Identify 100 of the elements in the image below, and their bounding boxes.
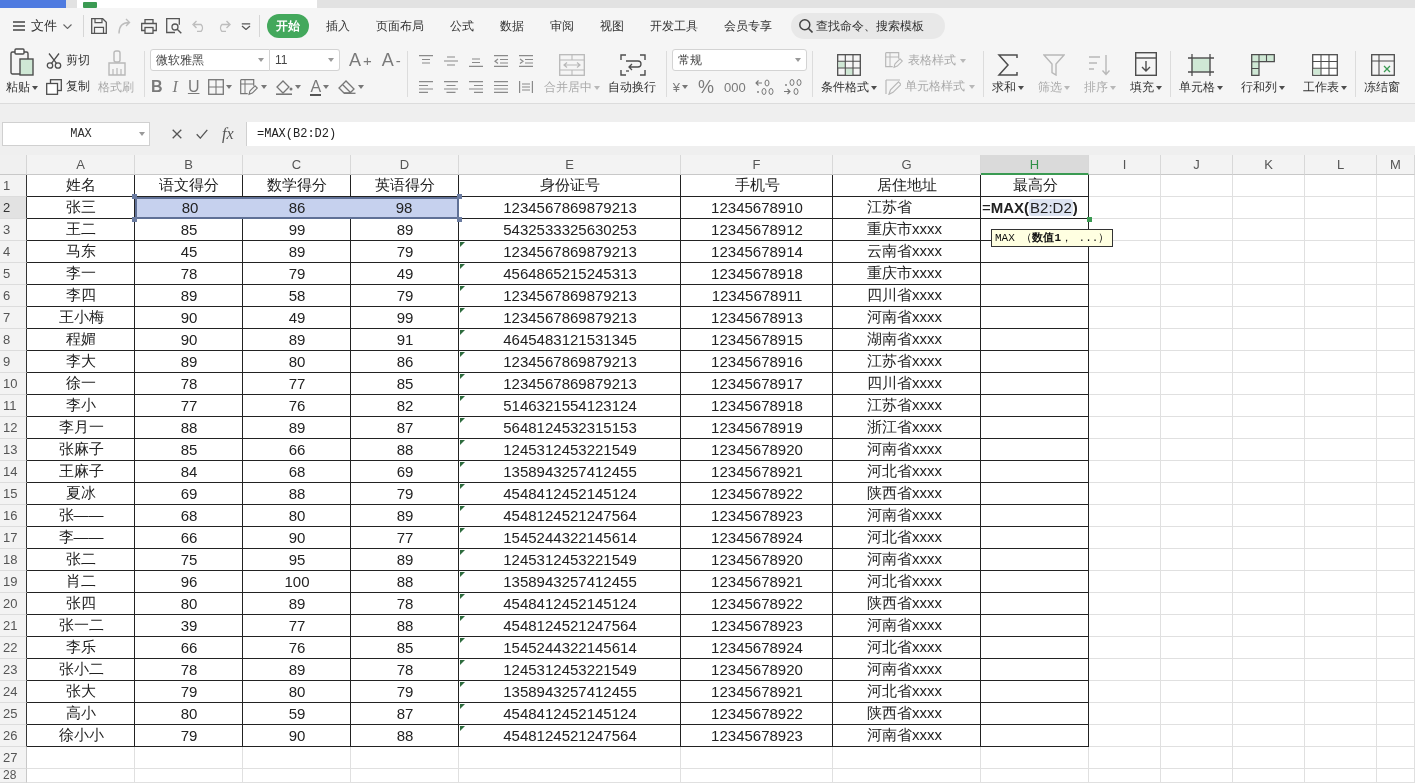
align-left-icon[interactable] bbox=[418, 80, 433, 93]
formula-field[interactable]: =MAX(B2:D2) bbox=[246, 122, 1415, 146]
row-header[interactable]: 15 bbox=[0, 483, 27, 505]
borders-button[interactable] bbox=[208, 76, 233, 98]
fill-button[interactable]: 填充 bbox=[1126, 46, 1165, 101]
worksheet-button[interactable]: 工作表 bbox=[1299, 46, 1350, 101]
column-header[interactable]: G bbox=[833, 155, 981, 175]
customize-dropdown-icon[interactable] bbox=[241, 22, 251, 30]
cut-button[interactable]: 剪切 bbox=[43, 49, 93, 72]
row-header[interactable]: 20 bbox=[0, 593, 27, 615]
row-header[interactable]: 18 bbox=[0, 549, 27, 571]
ribbon-tab[interactable]: 数据 bbox=[491, 14, 533, 38]
row-header[interactable]: 10 bbox=[0, 373, 27, 395]
align-middle-icon[interactable] bbox=[443, 54, 458, 67]
ribbon-tab[interactable]: 公式 bbox=[441, 14, 483, 38]
number-format-field[interactable]: 常规 bbox=[671, 49, 807, 71]
row-header[interactable]: 9 bbox=[0, 351, 27, 373]
column-header[interactable]: J bbox=[1161, 155, 1233, 175]
rows-columns-button[interactable]: 行和列 bbox=[1237, 46, 1288, 101]
column-header[interactable]: K bbox=[1233, 155, 1305, 175]
row-header[interactable]: 6 bbox=[0, 285, 27, 307]
justify-icon[interactable] bbox=[493, 80, 508, 93]
row-header[interactable]: 25 bbox=[0, 703, 27, 725]
bold-button[interactable]: B bbox=[150, 76, 164, 98]
row-header[interactable]: 17 bbox=[0, 527, 27, 549]
row-header[interactable]: 13 bbox=[0, 439, 27, 461]
row-header[interactable]: 21 bbox=[0, 615, 27, 637]
selection-handle-icon[interactable] bbox=[457, 217, 462, 222]
ribbon-tab[interactable]: 页面布局 bbox=[367, 14, 433, 38]
thousands-separator-button[interactable]: 000 bbox=[723, 76, 747, 98]
row-header[interactable]: 23 bbox=[0, 659, 27, 681]
sum-button[interactable]: 求和 bbox=[988, 46, 1027, 101]
ribbon-tab[interactable]: 审阅 bbox=[541, 14, 583, 38]
distributed-icon[interactable] bbox=[518, 80, 533, 93]
align-right-icon[interactable] bbox=[468, 80, 483, 93]
print-preview-icon[interactable] bbox=[166, 18, 182, 34]
conditional-format-button[interactable]: 条件格式 bbox=[817, 46, 880, 101]
save-icon[interactable] bbox=[91, 18, 107, 34]
ribbon-tab[interactable]: 开发工具 bbox=[641, 14, 707, 38]
name-box-field[interactable]: MAX bbox=[2, 122, 150, 146]
insert-function-button[interactable]: fx bbox=[222, 125, 234, 143]
cell-shading-button[interactable] bbox=[240, 76, 268, 98]
indent-icon[interactable] bbox=[518, 54, 533, 67]
column-header[interactable]: C bbox=[243, 155, 351, 175]
row-header[interactable]: 4 bbox=[0, 241, 27, 263]
row-header[interactable]: 11 bbox=[0, 395, 27, 417]
selection-handle-icon[interactable] bbox=[457, 194, 462, 199]
row-header[interactable]: 1 bbox=[0, 175, 27, 197]
row-header[interactable]: 26 bbox=[0, 725, 27, 747]
row-header[interactable]: 22 bbox=[0, 637, 27, 659]
search-field[interactable]: 查找命令、搜索模板 bbox=[791, 13, 945, 39]
row-header[interactable]: 16 bbox=[0, 505, 27, 527]
column-header[interactable]: F bbox=[681, 155, 833, 175]
percent-button[interactable]: % bbox=[697, 76, 716, 98]
column-header[interactable]: I bbox=[1089, 155, 1161, 175]
row-header[interactable]: 7 bbox=[0, 307, 27, 329]
decimal-increase-icon[interactable] bbox=[754, 79, 775, 95]
row-header[interactable]: 27 bbox=[0, 747, 27, 769]
row-header[interactable]: 24 bbox=[0, 681, 27, 703]
row-header[interactable]: 12 bbox=[0, 417, 27, 439]
align-center-icon[interactable] bbox=[443, 80, 458, 93]
close-icon[interactable] bbox=[172, 129, 182, 139]
wrap-text-button[interactable]: 自动换行 bbox=[604, 46, 661, 101]
decimal-decrease-icon[interactable] bbox=[782, 79, 803, 95]
ribbon-tab[interactable]: 插入 bbox=[317, 14, 359, 38]
outdent-icon[interactable] bbox=[493, 54, 508, 67]
column-header[interactable]: D bbox=[351, 155, 459, 175]
copy-button[interactable]: 复制 bbox=[43, 75, 93, 98]
column-header[interactable]: A bbox=[27, 155, 135, 175]
font-size-field[interactable]: 11 bbox=[270, 49, 340, 71]
column-header[interactable]: M bbox=[1377, 155, 1415, 175]
row-header[interactable]: 19 bbox=[0, 571, 27, 593]
align-top-icon[interactable] bbox=[418, 54, 433, 67]
cells-button[interactable]: 单元格 bbox=[1175, 46, 1226, 101]
row-header[interactable]: 8 bbox=[0, 329, 27, 351]
selection-handle-icon[interactable] bbox=[132, 217, 137, 222]
row-header[interactable]: 2 bbox=[0, 197, 27, 219]
underline-button[interactable]: U bbox=[186, 76, 201, 98]
selection-handle-icon[interactable] bbox=[132, 194, 137, 199]
column-header[interactable]: L bbox=[1305, 155, 1377, 175]
ribbon-tab[interactable]: 会员专享 bbox=[715, 14, 781, 38]
check-icon[interactable] bbox=[196, 129, 208, 139]
row-header[interactable]: 28 bbox=[0, 769, 27, 783]
font-color-button[interactable]: A bbox=[309, 76, 331, 98]
file-menu-button[interactable]: 文件 bbox=[10, 17, 75, 35]
fill-handle-icon[interactable] bbox=[1087, 217, 1092, 222]
column-header[interactable]: B bbox=[135, 155, 243, 175]
printer-icon[interactable] bbox=[141, 18, 157, 34]
paste-button[interactable]: 粘贴 bbox=[3, 46, 41, 101]
cell-editor[interactable]: =MAX(B2:D2) bbox=[981, 197, 1089, 219]
italic-button[interactable]: I bbox=[171, 76, 179, 98]
freeze-panes-button[interactable]: 冻结窗 bbox=[1360, 46, 1402, 101]
ribbon-tab[interactable]: 视图 bbox=[591, 14, 633, 38]
row-header[interactable]: 5 bbox=[0, 263, 27, 285]
column-header[interactable]: E bbox=[459, 155, 681, 175]
document-tab[interactable] bbox=[77, 0, 317, 8]
font-name-field[interactable]: 微软雅黑 bbox=[150, 49, 270, 71]
row-header[interactable]: 3 bbox=[0, 219, 27, 241]
row-header[interactable]: 14 bbox=[0, 461, 27, 483]
currency-button[interactable]: ¥ bbox=[671, 76, 690, 98]
